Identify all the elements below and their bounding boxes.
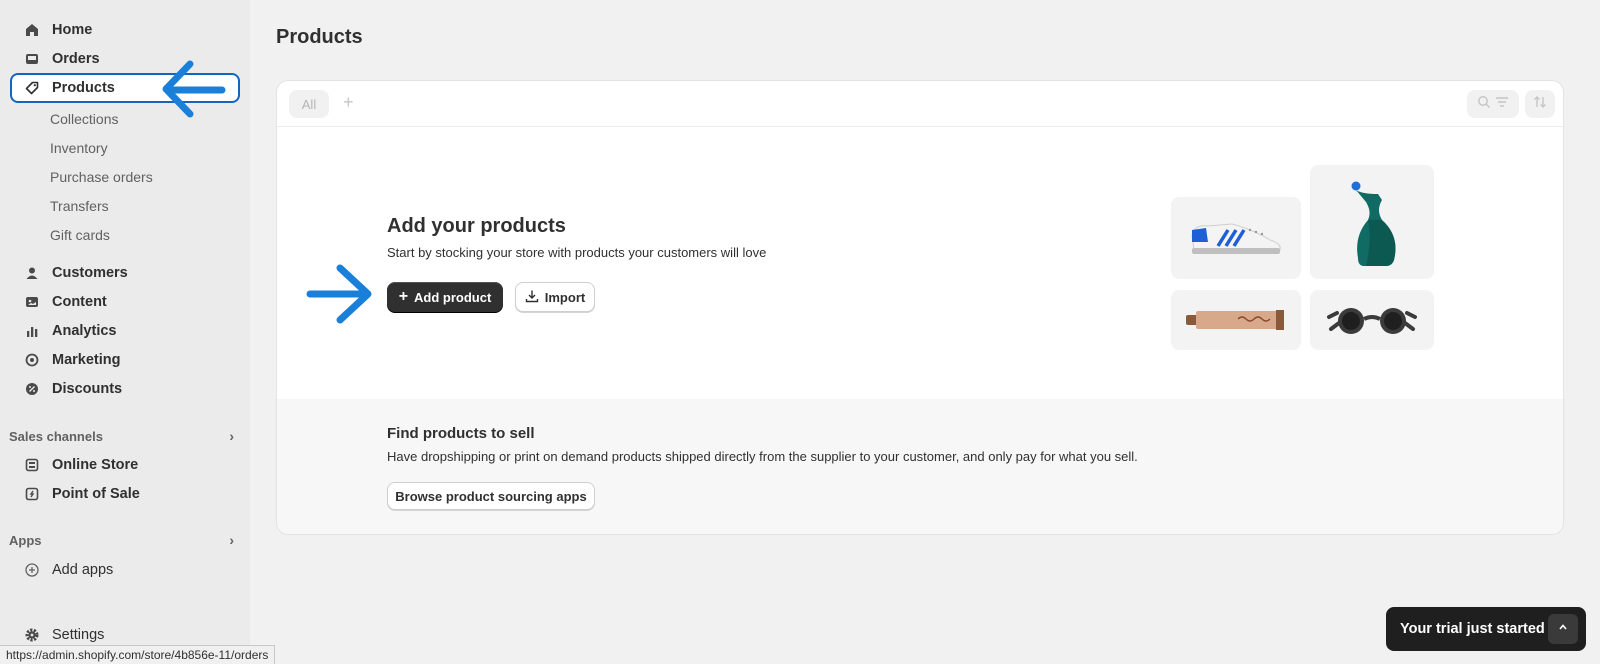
import-button[interactable]: Import: [515, 282, 595, 312]
tube-tile: [1171, 290, 1301, 350]
sidebar-item-point-of-sale[interactable]: Point of Sale: [10, 479, 240, 509]
sidebar-item-label: Content: [52, 294, 107, 310]
apps-header[interactable]: Apps ›: [9, 530, 234, 550]
sidebar-item-label: Discounts: [52, 381, 123, 397]
vase-tile: [1310, 165, 1434, 279]
sidebar-item-online-store[interactable]: Online Store: [10, 450, 240, 480]
store-icon: [24, 457, 40, 473]
sidebar-item-label: Online Store: [52, 457, 139, 473]
sneaker-tile: [1171, 197, 1301, 279]
sort-icon: [1533, 95, 1547, 114]
home-icon: [24, 22, 40, 38]
sidebar-item-label: Home: [52, 22, 93, 38]
annotation-arrow-left-icon: [162, 60, 226, 118]
status-bar-url: https://admin.shopify.com/store/4b856e-1…: [0, 645, 276, 664]
sales-channels-heading: Sales channels: [9, 428, 103, 444]
sidebar-subitem-gift-cards[interactable]: Gift cards: [50, 223, 110, 247]
chevron-up-icon: [1557, 621, 1569, 637]
search-icon: [1477, 95, 1491, 114]
pos-icon: [24, 486, 40, 502]
sidebar-item-analytics[interactable]: Analytics: [10, 316, 240, 346]
tab-all[interactable]: All: [289, 90, 329, 118]
sidebar-item-label: Marketing: [52, 352, 121, 368]
page-title: Products: [276, 26, 363, 48]
trial-toast[interactable]: Your trial just started: [1386, 607, 1586, 651]
sidebar-item-marketing[interactable]: Marketing: [10, 345, 240, 375]
sunglasses-tile: [1310, 290, 1434, 350]
gear-icon: [24, 627, 40, 643]
sidebar-item-label: Orders: [52, 51, 100, 67]
sidebar-item-discounts[interactable]: Discounts: [10, 374, 240, 404]
plus-circle-icon: [24, 562, 40, 578]
sidebar-subitem-purchase-orders[interactable]: Purchase orders: [50, 165, 153, 189]
cream-tube-icon: [1186, 310, 1284, 330]
add-product-button[interactable]: + Add product: [387, 282, 503, 312]
import-label: Import: [544, 289, 586, 305]
sidebar-item-label: Point of Sale: [52, 486, 140, 502]
find-products-section: Find products to sell Have dropshipping …: [277, 399, 1563, 534]
browse-sourcing-apps-button[interactable]: Browse product sourcing apps: [387, 482, 595, 510]
sidebar-item-label: Add apps: [52, 562, 114, 578]
sales-channels-header[interactable]: Sales channels ›: [9, 426, 234, 446]
target-icon: [24, 352, 40, 368]
content-icon: [24, 294, 40, 310]
sidebar-item-customers[interactable]: Customers: [10, 258, 240, 288]
filter-icon: [1495, 95, 1509, 114]
vase-icon: [1351, 181, 1396, 266]
find-products-title: Find products to sell: [387, 425, 535, 442]
bar-chart-icon: [24, 323, 40, 339]
apps-heading: Apps: [9, 532, 42, 548]
sunglasses-icon: [1327, 308, 1417, 334]
expand-toast-button[interactable]: [1548, 614, 1578, 644]
empty-state-subtitle: Start by stocking your store with produc…: [387, 245, 767, 260]
download-icon: [525, 289, 539, 306]
sidebar-subitem-transfers[interactable]: Transfers: [50, 194, 109, 218]
find-products-subtitle: Have dropshipping or print on demand pro…: [387, 449, 1138, 464]
chevron-right-icon: ›: [229, 428, 234, 444]
sort-button[interactable]: [1525, 90, 1555, 118]
sidebar-subitem-collections[interactable]: Collections: [50, 107, 118, 131]
tab-bar: All +: [277, 81, 1563, 127]
sidebar-item-label: Customers: [52, 265, 128, 281]
person-icon: [24, 265, 40, 281]
sidebar-item-add-apps[interactable]: Add apps: [10, 555, 240, 585]
sidebar-item-content[interactable]: Content: [10, 287, 240, 317]
empty-state-title: Add your products: [387, 215, 566, 237]
plus-icon: +: [398, 288, 409, 305]
add-product-label: Add product: [414, 289, 492, 305]
chevron-right-icon: ›: [229, 532, 234, 548]
sidebar-item-label: Products: [52, 80, 115, 96]
sidebar-subitem-inventory[interactable]: Inventory: [50, 136, 108, 160]
trial-toast-label: Your trial just started: [1400, 621, 1545, 637]
sneaker-icon: [1191, 223, 1281, 254]
discount-icon: [24, 381, 40, 397]
add-view-icon[interactable]: +: [343, 92, 354, 113]
tag-icon: [24, 80, 40, 96]
products-card: All + Add your products Start by stockin…: [276, 80, 1564, 535]
sidebar-item-home[interactable]: Home: [10, 15, 240, 45]
sidebar-item-label: Settings: [52, 627, 105, 643]
sidebar-item-label: Analytics: [52, 323, 117, 339]
annotation-arrow-right-icon: [306, 264, 372, 324]
search-filter-button[interactable]: [1467, 90, 1519, 118]
inbox-icon: [24, 51, 40, 67]
